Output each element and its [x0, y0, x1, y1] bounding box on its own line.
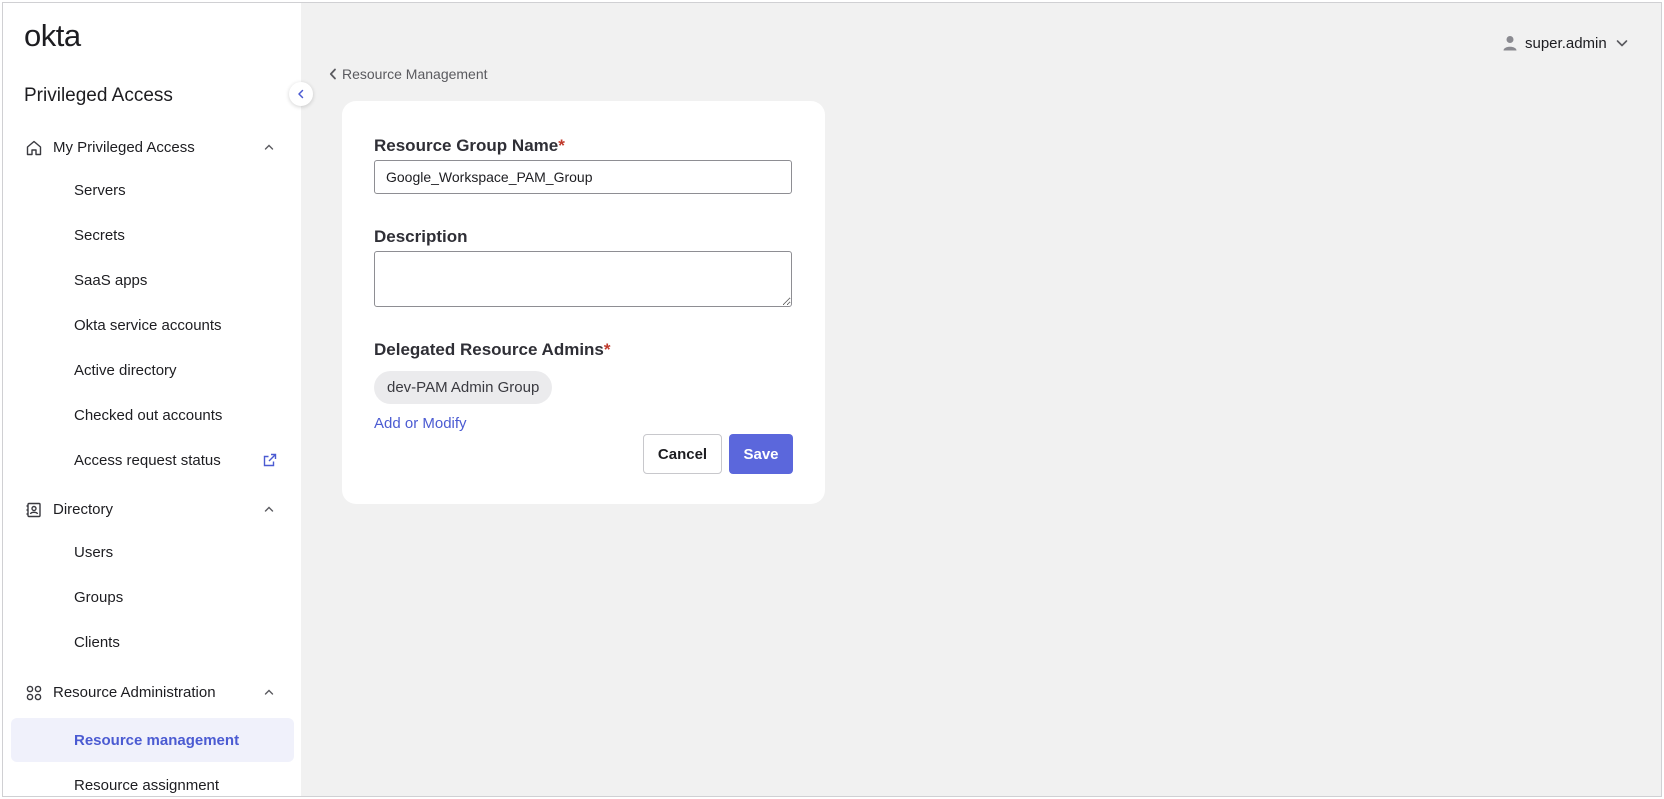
label-text: Resource Group Name: [374, 136, 559, 155]
app-title: Privileged Access: [24, 85, 173, 106]
resource-group-form-card: Resource Group Name* Description Delegat…: [342, 101, 825, 504]
user-icon: [1503, 36, 1517, 51]
chevron-left-icon: [298, 89, 304, 99]
delegated-resource-admins-label: Delegated Resource Admins*: [374, 340, 611, 360]
sidebar-item-access-request-status[interactable]: Access request status: [11, 438, 294, 482]
sidebar-item-servers[interactable]: Servers: [11, 168, 294, 212]
sidebar-item-users[interactable]: Users: [11, 530, 294, 574]
admin-group-chip: dev-PAM Admin Group: [374, 371, 553, 404]
required-marker: *: [603, 340, 611, 359]
sidebar-item-resource-assignment[interactable]: Resource assignment: [11, 763, 294, 796]
sidebar-section-my-privileged-access[interactable]: My Privileged Access: [3, 127, 301, 167]
sidebar-item-active-directory[interactable]: Active directory: [11, 348, 294, 392]
sidebar-item-label: Access request status: [74, 451, 221, 469]
sidebar: okta Privileged Access My Privileged Acc…: [3, 3, 301, 796]
sidebar-item-label: Servers: [74, 181, 126, 199]
sidebar-item-label: Resource assignment: [74, 776, 220, 794]
collapse-sidebar-button[interactable]: [289, 82, 313, 106]
sidebar-item-groups[interactable]: Groups: [11, 575, 294, 619]
sidebar-item-label: Resource management: [74, 731, 240, 749]
save-button[interactable]: Save: [729, 434, 793, 474]
add-or-modify-link[interactable]: Add or Modify: [374, 415, 467, 432]
description-textarea[interactable]: [374, 251, 792, 307]
sidebar-item-resource-management[interactable]: Resource management: [11, 718, 294, 762]
cancel-button[interactable]: Cancel: [643, 434, 722, 474]
sidebar-item-label: Groups: [74, 588, 124, 606]
sidebar-item-label: Active directory: [74, 361, 177, 379]
sidebar-section-label: Directory: [53, 500, 114, 518]
username: super.admin: [1525, 34, 1607, 52]
home-icon: [26, 140, 42, 156]
required-marker: *: [558, 136, 565, 155]
back-link-label: Resource Management: [342, 66, 488, 82]
description-label: Description: [374, 227, 468, 246]
sidebar-item-label: Okta service accounts: [74, 316, 222, 334]
sidebar-item-label: Clients: [74, 633, 120, 651]
chevron-down-icon: [1616, 40, 1628, 47]
sidebar-item-okta-service-accounts[interactable]: Okta service accounts: [11, 303, 294, 347]
sidebar-section-resource-administration[interactable]: Resource Administration: [3, 672, 301, 712]
external-link-icon: [263, 453, 277, 467]
sidebar-section-directory[interactable]: Directory: [3, 489, 301, 529]
resource-group-name-label: Resource Group Name*: [374, 136, 565, 156]
user-menu[interactable]: super.admin: [1503, 33, 1629, 53]
back-to-resource-management-link[interactable]: Resource Management: [329, 66, 488, 82]
chevron-left-icon: [329, 68, 336, 80]
sidebar-item-label: Users: [74, 543, 114, 561]
sidebar-item-secrets[interactable]: Secrets: [11, 213, 294, 257]
sidebar-section-label: My Privileged Access: [53, 138, 195, 156]
okta-logo[interactable]: okta: [24, 18, 81, 54]
sidebar-item-label: Secrets: [74, 226, 125, 244]
sidebar-item-label: Checked out accounts: [74, 406, 223, 424]
sidebar-item-label: SaaS apps: [74, 271, 148, 289]
label-text: Delegated Resource Admins: [374, 340, 604, 359]
chevron-up-icon: [264, 689, 274, 695]
grid-icon: [26, 685, 42, 701]
resource-group-name-input[interactable]: [374, 160, 792, 194]
sidebar-item-checked-out-accounts[interactable]: Checked out accounts: [11, 393, 294, 437]
chevron-up-icon: [264, 144, 274, 150]
sidebar-item-saas-apps[interactable]: SaaS apps: [11, 258, 294, 302]
app-window: okta Privileged Access My Privileged Acc…: [2, 2, 1662, 797]
directory-icon: [26, 502, 41, 518]
chevron-up-icon: [264, 506, 274, 512]
sidebar-item-clients[interactable]: Clients: [11, 620, 294, 664]
sidebar-section-label: Resource Administration: [53, 683, 216, 701]
